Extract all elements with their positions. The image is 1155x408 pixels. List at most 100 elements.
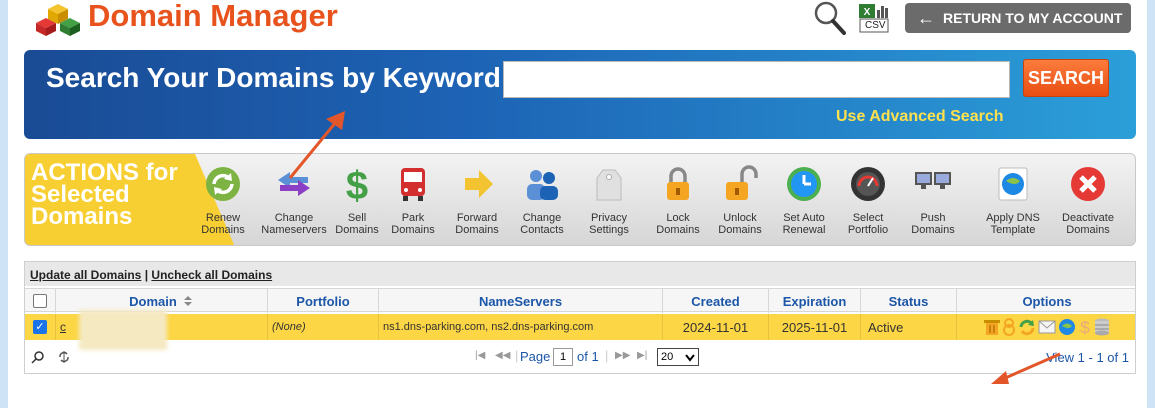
action-label: Park Domains — [391, 212, 435, 236]
view-records-text: View 1 - 1 of 1 — [1046, 350, 1129, 365]
column-header-nameservers[interactable]: NameServers — [378, 289, 662, 313]
action-label: Select Portfolio — [847, 212, 889, 236]
contacts-icon — [527, 170, 558, 200]
lock-option-icon[interactable] — [1002, 318, 1016, 336]
dollar-icon: $ — [346, 164, 368, 204]
action-label: Deactivate Domains — [1062, 212, 1114, 236]
expiration-cell: 2025-11-01 — [768, 314, 860, 340]
change-contacts-action[interactable]: Change Contacts — [514, 162, 570, 242]
forward-arrow-icon — [465, 170, 493, 198]
lock-icon — [667, 167, 689, 200]
arrow-left-icon: ← — [917, 8, 935, 28]
sort-icon — [183, 296, 192, 306]
action-label: Privacy Settings — [589, 212, 629, 236]
privacy-tag-icon — [596, 169, 622, 201]
search-banner: Search Your Domains by Keyword SEARCH Us… — [24, 50, 1136, 139]
set-auto-renewal-action[interactable]: Set Auto Renewal — [776, 162, 832, 242]
column-header-portfolio[interactable]: Portfolio — [267, 289, 378, 313]
lock-domains-action[interactable]: Lock Domains — [650, 162, 706, 242]
page-title: Domain Manager — [88, 0, 338, 33]
advanced-search-link[interactable]: Use Advanced Search — [836, 108, 1003, 126]
trash-can-icon[interactable] — [984, 318, 1000, 336]
update-all-domains-link[interactable]: Update all Domains — [30, 268, 141, 282]
magnifier-search-icon[interactable] — [813, 0, 847, 36]
column-header-created[interactable]: Created — [662, 289, 768, 313]
svg-text:$: $ — [346, 164, 368, 204]
nameservers-cell: ns1.dns-parking.com, ns2.dns-parking.com — [378, 314, 662, 340]
deactivate-domains-action[interactable]: Deactivate Domains — [1060, 162, 1116, 242]
privacy-settings-action[interactable]: Privacy Settings — [581, 162, 637, 242]
forward-domains-action[interactable]: Forward Domains — [449, 162, 505, 242]
actions-label-line3: Domains — [31, 203, 133, 230]
svg-text:$: $ — [1080, 318, 1090, 336]
action-label: Change Contacts — [520, 212, 564, 236]
svg-text:X: X — [864, 7, 871, 18]
column-domain-label: Domain — [129, 293, 177, 309]
column-header-expiration[interactable]: Expiration — [768, 289, 860, 313]
page-size-select[interactable]: 20 — [657, 348, 699, 366]
chevron-down-icon — [685, 354, 695, 362]
renew-domains-action[interactable]: Renew Domains — [195, 162, 251, 242]
first-page-icon[interactable]: |◀ — [475, 350, 485, 361]
change-nameservers-action[interactable]: Change Nameservers — [261, 162, 327, 242]
next-page-icon[interactable]: ▶▶ — [615, 350, 630, 361]
select-portfolio-action[interactable]: Select Portfolio — [840, 162, 896, 242]
page-header: Domain Manager X CSV ← RETURN TO MY ACCO… — [8, 0, 1147, 44]
dns-globe-icon — [998, 167, 1028, 201]
options-cell: $ — [956, 314, 1137, 340]
row-checkbox-cell[interactable]: ✓ — [25, 314, 55, 340]
search-button[interactable]: SEARCH — [1023, 59, 1109, 97]
select-all-checkbox-cell[interactable] — [25, 289, 55, 313]
search-input[interactable] — [503, 61, 1010, 98]
park-domains-action[interactable]: Park Domains — [385, 162, 441, 242]
action-label: Unlock Domains — [718, 212, 762, 236]
return-button-label: RETURN TO MY ACCOUNT — [943, 10, 1123, 26]
csv-label: CSV — [865, 20, 886, 31]
action-label: Change Nameservers — [261, 212, 327, 236]
prev-page-icon[interactable]: ◀◀ — [495, 350, 510, 361]
push-domains-action[interactable]: Push Domains — [905, 162, 961, 242]
unlock-domains-action[interactable]: Unlock Domains — [712, 162, 768, 242]
bus-icon — [401, 168, 425, 201]
select-all-checkbox[interactable] — [33, 294, 47, 308]
grid-toolbar: Update all Domains | Uncheck all Domains — [25, 262, 1135, 286]
deactivate-x-icon — [1071, 167, 1105, 201]
column-header-status[interactable]: Status — [860, 289, 956, 313]
pager-divider: | — [515, 348, 519, 363]
left-frame — [0, 0, 8, 408]
push-computers-icon — [915, 172, 951, 189]
renew-icon — [206, 167, 240, 201]
dollar-option-icon[interactable]: $ — [1078, 318, 1092, 336]
page-size-value: 20 — [661, 351, 674, 363]
globe-icon[interactable] — [1058, 318, 1076, 336]
page-count-label: of 1 — [577, 349, 599, 364]
mail-icon[interactable] — [1038, 319, 1056, 335]
action-label: Apply DNS Template — [986, 212, 1040, 236]
table-row[interactable]: ✓ c (None) ns1.dns-parking.com, ns2.dns-… — [25, 314, 1135, 340]
unlock-icon — [726, 165, 758, 200]
last-page-icon[interactable]: ▶| — [637, 350, 647, 361]
return-to-account-button[interactable]: ← RETURN TO MY ACCOUNT — [905, 3, 1131, 33]
portfolio-cell: (None) — [267, 314, 378, 340]
apply-dns-template-action[interactable]: Apply DNS Template — [985, 162, 1041, 242]
page-label: Page — [520, 349, 551, 364]
reload-icon[interactable] — [57, 350, 71, 364]
csv-export-icon[interactable]: X CSV — [857, 2, 891, 34]
nameservers-arrows-icon — [278, 172, 310, 196]
table-header: Domain Portfolio NameServers Created Exp… — [25, 288, 1135, 313]
pager-divider: | — [605, 348, 609, 363]
action-label: Forward Domains — [455, 212, 499, 236]
grid-pager: |◀ ◀◀ | Page of 1 | ▶▶ ▶| 20 View 1 - 1 … — [25, 342, 1135, 372]
status-cell: Active — [860, 314, 956, 340]
page-number-input[interactable] — [553, 348, 573, 366]
action-label: Lock Domains — [656, 212, 700, 236]
row-checkbox[interactable]: ✓ — [33, 320, 47, 334]
colored-cubes-icon — [36, 4, 80, 36]
portfolio-gauge-icon — [851, 167, 885, 201]
uncheck-all-domains-link[interactable]: Uncheck all Domains — [151, 268, 272, 282]
created-cell: 2024-11-01 — [662, 314, 768, 340]
database-icon[interactable] — [1094, 318, 1110, 336]
sell-domains-action[interactable]: $ Sell Domains — [329, 162, 385, 242]
search-icon[interactable] — [31, 350, 45, 364]
refresh-option-icon[interactable] — [1018, 318, 1036, 336]
